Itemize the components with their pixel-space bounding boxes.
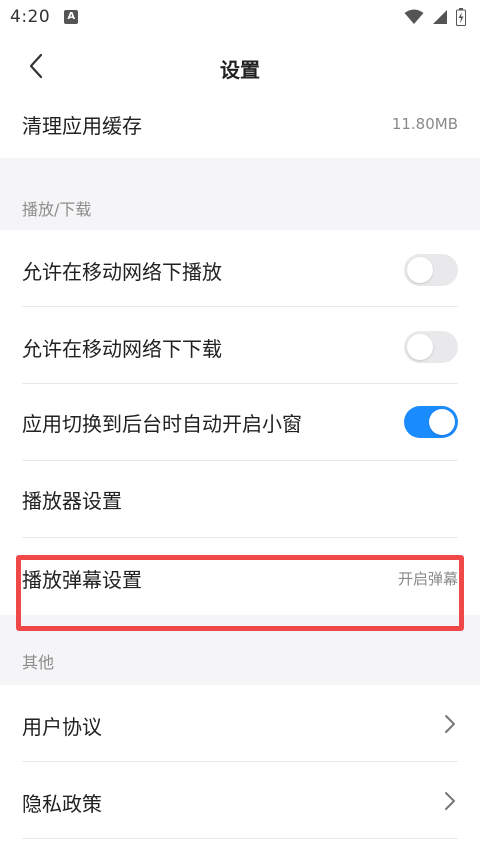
toggle-knob xyxy=(407,257,433,283)
page-title: 设置 xyxy=(220,58,260,82)
danmaku-status-value: 开启弹幕 xyxy=(397,570,458,588)
clear-cache-label: 清理应用缓存 xyxy=(22,114,142,138)
privacy-policy-row[interactable]: 隐私政策 xyxy=(0,762,480,839)
user-agreement-row[interactable]: 用户协议 xyxy=(0,685,480,762)
divider xyxy=(22,838,458,839)
battery-icon xyxy=(456,8,466,26)
mobile-download-toggle[interactable] xyxy=(404,331,458,363)
navigation-bar: 设置 xyxy=(0,34,480,100)
danmaku-settings-row[interactable]: 播放弹幕设置 开启弹幕 xyxy=(0,538,480,615)
mobile-download-row: 允许在移动网络下下载 xyxy=(0,307,480,384)
status-icons xyxy=(404,8,466,26)
auto-pip-toggle[interactable] xyxy=(404,406,458,438)
section-other: 其他 xyxy=(0,615,480,685)
privacy-policy-label: 隐私政策 xyxy=(22,792,102,816)
clear-cache-row[interactable]: 清理应用缓存 11.80MB xyxy=(0,100,480,158)
auto-pip-row: 应用切换到后台时自动开启小窗 xyxy=(0,384,480,461)
status-bar: 4:20 A xyxy=(0,0,480,34)
chevron-right-icon xyxy=(445,715,455,733)
danmaku-settings-label: 播放弹幕设置 xyxy=(22,568,142,592)
mobile-download-label: 允许在移动网络下下载 xyxy=(22,337,222,361)
user-agreement-label: 用户协议 xyxy=(22,715,102,739)
section-playback: 播放/下载 xyxy=(0,158,480,230)
chevron-right-icon xyxy=(445,792,455,810)
wifi-icon xyxy=(404,9,424,24)
status-time: 4:20 xyxy=(10,7,51,27)
mobile-play-toggle[interactable] xyxy=(404,254,458,286)
notification-icon: A xyxy=(64,10,79,24)
player-settings-label: 播放器设置 xyxy=(22,489,122,513)
section-playback-label: 播放/下载 xyxy=(22,200,92,219)
auto-pip-label: 应用切换到后台时自动开启小窗 xyxy=(22,412,302,436)
toggle-knob xyxy=(429,409,455,435)
signal-icon xyxy=(433,10,447,24)
mobile-play-row: 允许在移动网络下播放 xyxy=(0,230,480,307)
toggle-knob xyxy=(407,334,433,360)
player-settings-row[interactable]: 播放器设置 xyxy=(0,461,480,538)
mobile-play-label: 允许在移动网络下播放 xyxy=(22,260,222,284)
cache-size-value: 11.80MB xyxy=(391,115,458,133)
section-other-label: 其他 xyxy=(22,653,55,672)
